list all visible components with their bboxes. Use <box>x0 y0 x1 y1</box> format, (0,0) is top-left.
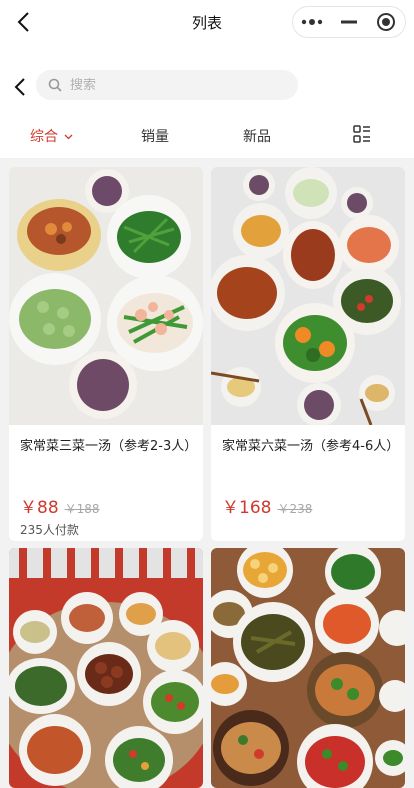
chevron-down-icon <box>64 134 73 140</box>
chevron-left-icon[interactable] <box>12 76 28 98</box>
price-row: ￥168 ￥238 <box>222 493 312 518</box>
current-price: ￥168 <box>222 498 272 518</box>
product-card[interactable] <box>9 548 203 788</box>
product-card[interactable] <box>211 548 405 788</box>
search-input[interactable] <box>70 77 270 93</box>
original-price: ￥238 <box>277 502 313 516</box>
product-photo <box>211 548 405 788</box>
list-layout-icon[interactable] <box>353 125 371 143</box>
product-title: 家常菜六菜一汤（参考4-6人） <box>222 439 400 454</box>
tab-label: 综合 <box>30 129 58 145</box>
product-grid: 家常菜三菜一汤（参考2-3人） ￥88 ￥188 235人付款 家常菜六菜一汤（… <box>0 158 414 788</box>
product-photo <box>9 167 203 425</box>
product-title: 家常菜三菜一汤（参考2-3人） <box>20 439 198 454</box>
navigation-bar: 列表 <box>0 0 414 44</box>
original-price: ￥188 <box>64 502 100 516</box>
tab-new-arrivals[interactable]: 新品 <box>243 126 271 146</box>
product-photo <box>9 548 203 788</box>
more-dots-icon <box>301 19 322 25</box>
close-target-icon <box>377 13 396 31</box>
tab-sales[interactable]: 销量 <box>141 126 169 146</box>
tab-comprehensive[interactable]: 综合 <box>30 126 73 146</box>
mini-program-capsule <box>292 6 406 38</box>
close-button[interactable] <box>368 7 405 37</box>
current-price: ￥88 <box>20 498 59 518</box>
search-field[interactable] <box>36 70 298 100</box>
tab-label: 新品 <box>243 129 271 145</box>
minimize-icon <box>340 20 357 24</box>
search-bar-row <box>0 44 414 124</box>
more-button[interactable] <box>293 7 330 37</box>
tab-label: 销量 <box>141 129 169 145</box>
minimize-button[interactable] <box>330 7 367 37</box>
product-card[interactable]: 家常菜三菜一汤（参考2-3人） ￥88 ￥188 235人付款 <box>9 167 203 541</box>
product-card[interactable]: 家常菜六菜一汤（参考4-6人） ￥168 ￥238 <box>211 167 405 541</box>
price-row: ￥88 ￥188 <box>20 493 100 518</box>
sales-count: 235人付款 <box>20 523 79 537</box>
product-photo <box>211 167 405 425</box>
search-icon <box>48 78 62 92</box>
sort-tabs: 综合 销量 新品 <box>0 124 414 158</box>
